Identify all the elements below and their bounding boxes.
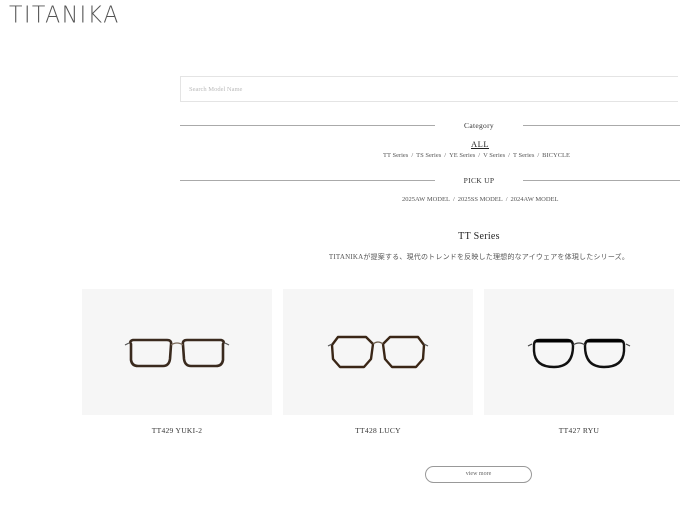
product-name-tt427[interactable]: TT427 RYU: [484, 426, 674, 435]
divider-line-right: [523, 125, 680, 126]
separator: /: [537, 152, 540, 159]
product-card-tt428[interactable]: [283, 289, 473, 415]
section-description: TITANIKAが提案する、現代のトレンドを反映した理想的なアイウェアを体現した…: [328, 253, 630, 261]
category-link-v-series[interactable]: V Series: [483, 152, 505, 159]
divider-line-left: [180, 125, 435, 126]
category-link-ye-series[interactable]: YE Series: [449, 152, 475, 159]
section-title: TT Series: [458, 231, 500, 242]
category-heading: Category: [464, 121, 494, 130]
divider-line-right: [523, 180, 680, 181]
pickup-heading: PICK UP: [463, 176, 495, 185]
divider-line-left: [180, 180, 435, 181]
separator: /: [508, 152, 510, 159]
category-divider: Category: [180, 120, 680, 131]
separator: /: [478, 152, 481, 159]
category-link-bicycle[interactable]: BICYCLE: [542, 152, 570, 159]
product-card-tt429[interactable]: [82, 289, 272, 415]
product-card-tt427[interactable]: [484, 289, 674, 415]
pickup-divider: PICK UP: [180, 175, 680, 186]
brand-logo[interactable]: TITANIKA: [9, 2, 120, 29]
category-links: TT Series / TS Series / YE Series / V Series / T…: [383, 152, 570, 159]
pickup-links: 2025AW MODEL/2025SS MODEL/2024AW MODEL: [402, 196, 558, 203]
product-name-tt428[interactable]: TT428 LUCY: [283, 426, 473, 435]
pickup-link-2024aw[interactable]: 2024AW MODEL: [511, 196, 559, 203]
search-input[interactable]: [180, 76, 678, 102]
separator: /: [411, 152, 414, 159]
glasses-image-tt428: [327, 335, 429, 369]
category-link-ts-series[interactable]: TS Series: [416, 152, 441, 159]
category-link-tt-series[interactable]: TT Series: [383, 152, 408, 159]
category-all-link[interactable]: ALL: [470, 139, 490, 149]
separator: /: [505, 196, 508, 203]
glasses-image-tt429: [124, 338, 230, 368]
separator: /: [444, 152, 447, 159]
product-name-tt429[interactable]: TT429 YUKI-2: [82, 426, 272, 435]
pickup-link-2025aw[interactable]: 2025AW MODEL: [402, 196, 450, 203]
pickup-link-2025ss[interactable]: 2025SS MODEL: [458, 196, 503, 203]
glasses-image-tt427: [527, 338, 631, 369]
separator: /: [452, 196, 455, 203]
category-link-t-series[interactable]: T Series: [513, 152, 534, 159]
view-more-button[interactable]: view more: [425, 466, 532, 483]
